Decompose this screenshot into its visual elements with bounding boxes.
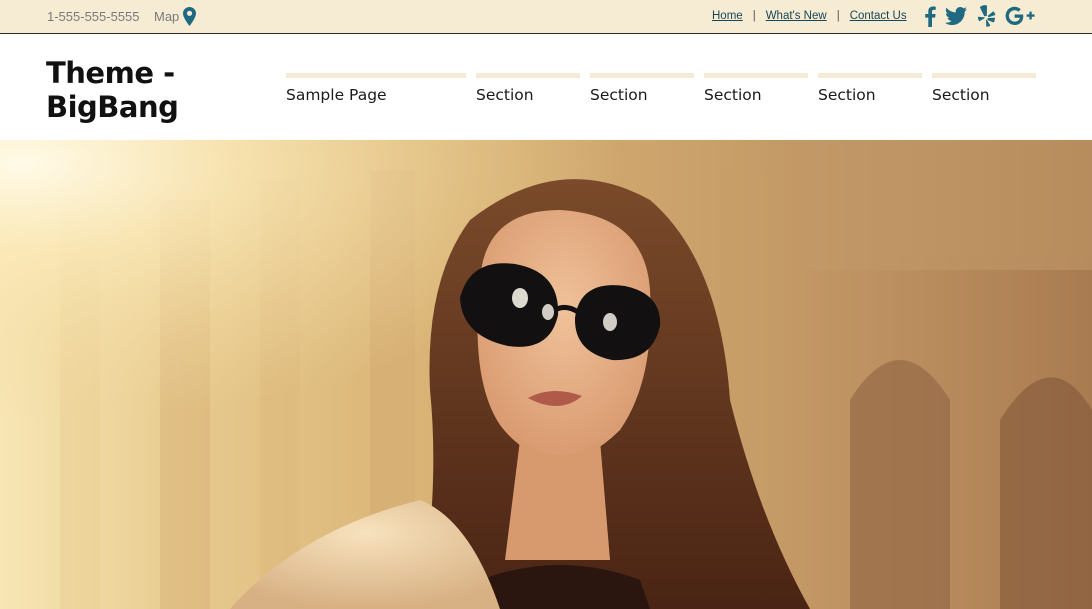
hero-image <box>0 140 1092 609</box>
link-separator: | <box>752 10 756 22</box>
top-bar: 1-555-555-5555 Map Home | What's New | C… <box>0 0 1092 34</box>
nav-item-label: Section <box>818 86 876 104</box>
map-link[interactable]: Map <box>154 7 197 26</box>
top-link-contact-us[interactable]: Contact Us <box>850 10 907 22</box>
yelp-icon[interactable] <box>976 5 996 31</box>
nav-item-section-4[interactable]: Section <box>818 73 922 113</box>
social-icons <box>924 5 1035 31</box>
link-separator: | <box>836 10 840 22</box>
google-plus-icon[interactable] <box>1005 6 1035 30</box>
top-link-home[interactable]: Home <box>712 10 743 22</box>
twitter-icon[interactable] <box>945 7 967 29</box>
site-title[interactable]: Theme - BigBang <box>46 56 246 124</box>
map-pin-icon <box>183 7 197 26</box>
site-header: Theme - BigBang Sample Page Section Sect… <box>0 35 1092 140</box>
nav-item-label: Sample Page <box>286 86 387 104</box>
phone-number[interactable]: 1-555-555-5555 <box>47 9 140 24</box>
nav-item-section-1[interactable]: Section <box>476 73 580 113</box>
top-link-whats-new[interactable]: What's New <box>766 10 827 22</box>
nav-item-label: Section <box>590 86 648 104</box>
nav-item-sample-page[interactable]: Sample Page <box>286 73 466 113</box>
facebook-icon[interactable] <box>924 6 936 31</box>
nav-item-section-5[interactable]: Section <box>932 73 1036 113</box>
nav-item-section-3[interactable]: Section <box>704 73 808 113</box>
nav-item-label: Section <box>704 86 762 104</box>
top-links: Home | What's New | Contact Us <box>712 10 907 22</box>
nav-item-label: Section <box>932 86 990 104</box>
nav-item-section-2[interactable]: Section <box>590 73 694 113</box>
nav-item-label: Section <box>476 86 534 104</box>
hero-photo <box>0 140 1092 609</box>
map-link-label: Map <box>154 9 180 24</box>
